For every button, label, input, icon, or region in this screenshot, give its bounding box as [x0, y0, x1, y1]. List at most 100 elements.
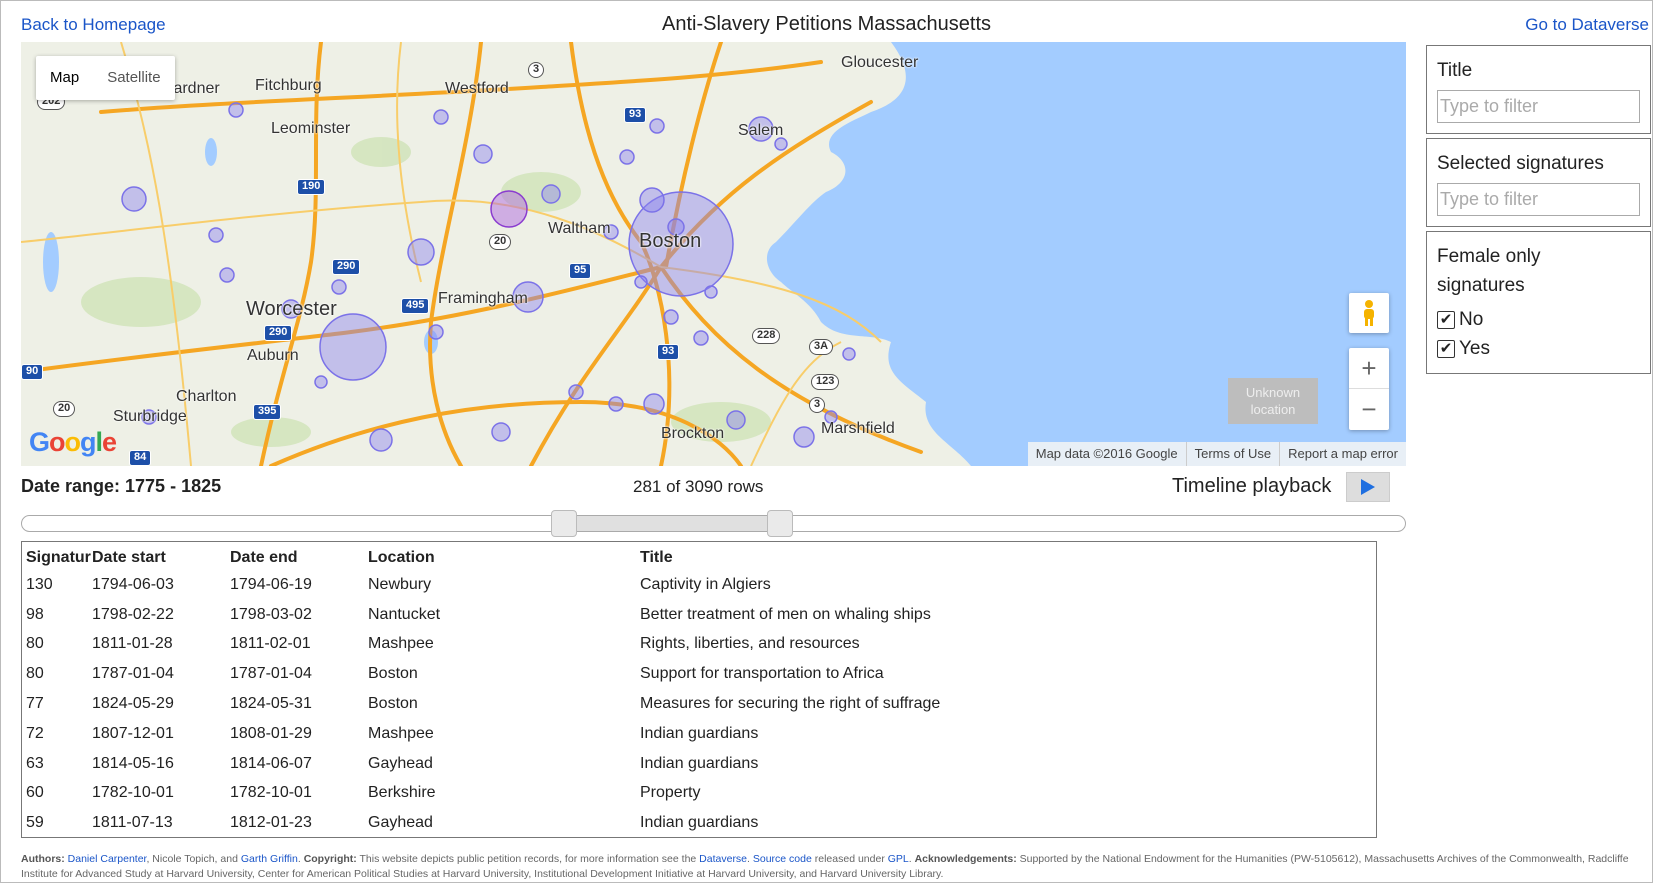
city-label-brockton: Brockton	[661, 425, 725, 442]
cell-date-end: 1782-10-01	[230, 784, 312, 802]
terms-of-use-link[interactable]: Terms of Use	[1185, 442, 1280, 466]
route-shield-3: 3	[528, 62, 545, 78]
cell-signatures: 63	[26, 754, 44, 772]
cell-date-end: 1812-01-23	[230, 814, 312, 832]
female-no-label: No	[1459, 309, 1484, 330]
map-type-satellite-button[interactable]: Satellite	[93, 56, 174, 100]
city-label-westford: Westford	[445, 80, 509, 97]
zoom-out-button[interactable]: −	[1349, 389, 1389, 430]
go-to-dataverse-link[interactable]: Go to Dataverse	[1525, 15, 1649, 35]
route-shield-495: 495	[401, 298, 430, 314]
female-yes-checkbox[interactable]: ✔ Yes	[1437, 334, 1640, 363]
table-row[interactable]: 72 1807-12-01 1808-01-29 Mashpee Indian …	[22, 719, 1376, 749]
female-no-checkbox[interactable]: ✔ No	[1437, 305, 1640, 334]
table-row[interactable]: 59 1811-07-13 1812-01-23 Gayhead Indian …	[22, 808, 1376, 837]
row-count: 281 of 3090 rows	[633, 477, 764, 496]
city-label-auburn: Auburn	[247, 347, 299, 364]
female-filter-box: Female only signatures ✔ No ✔ Yes	[1426, 231, 1651, 374]
table-row[interactable]: 77 1824-05-29 1824-05-31 Boston Measures…	[22, 689, 1376, 719]
city-label-waltham: Waltham	[548, 220, 611, 237]
petitions-table: Signatur Date start Date end Location Ti…	[22, 542, 1376, 837]
route-shield-93b: 93	[657, 344, 680, 360]
cell-signatures: 130	[26, 575, 53, 593]
route-shield-84: 84	[129, 450, 152, 466]
cell-title: Property	[640, 784, 701, 802]
table-row[interactable]: 130 1794-06-03 1794-06-19 Newbury Captiv…	[22, 570, 1376, 600]
route-shield-20: 20	[489, 234, 512, 250]
map-view[interactable]: Gardner Fitchburg Westford Gloucester Le…	[21, 42, 1406, 466]
route-shield-93: 93	[624, 107, 647, 123]
unknown-location-marker[interactable]: Unknown location	[1228, 378, 1318, 424]
female-yes-label: Yes	[1459, 338, 1490, 359]
date-range-slider[interactable]	[21, 510, 1406, 537]
author-link-garth-griffin[interactable]: Garth Griffin	[241, 853, 298, 865]
gpl-link[interactable]: GPL	[888, 853, 909, 865]
table-row[interactable]: 60 1782-10-01 1782-10-01 Berkshire Prope…	[22, 779, 1376, 809]
route-shield-290b: 290	[264, 325, 293, 341]
column-header-signatures[interactable]: Signatur	[22, 542, 92, 570]
source-code-link[interactable]: Source code	[753, 853, 812, 865]
cell-date-end: 1798-03-02	[230, 605, 312, 623]
zoom-in-button[interactable]: +	[1349, 348, 1389, 389]
cell-signatures: 80	[26, 665, 44, 683]
city-label-gloucester: Gloucester	[841, 54, 919, 71]
footer-ack-label: Acknowledgements:	[914, 853, 1017, 865]
column-header-date-end[interactable]: Date end	[230, 542, 368, 570]
cell-date-end: 1814-06-07	[230, 754, 312, 772]
cell-date-start: 1814-05-16	[92, 754, 174, 772]
map-type-map-button[interactable]: Map	[36, 56, 93, 100]
column-header-title[interactable]: Title	[640, 542, 1376, 570]
cell-date-start: 1782-10-01	[92, 784, 174, 802]
cell-signatures: 80	[26, 635, 44, 653]
timeline-play-button[interactable]	[1346, 472, 1390, 502]
column-header-location[interactable]: Location	[368, 542, 640, 570]
slider-start-handle[interactable]	[551, 510, 577, 537]
city-label-salem: Salem	[738, 122, 784, 139]
cell-date-end: 1787-01-04	[230, 665, 312, 683]
footer-copyright-text: This website depicts public petition rec…	[359, 853, 700, 865]
cell-title: Indian guardians	[640, 814, 759, 832]
footer-authors-label: Authors:	[21, 853, 65, 865]
signatures-filter-box: Selected signatures	[1426, 138, 1651, 227]
cell-location: Gayhead	[368, 814, 433, 832]
petitions-table-container[interactable]: Signatur Date start Date end Location Ti…	[21, 541, 1377, 838]
report-map-error-link[interactable]: Report a map error	[1279, 442, 1406, 466]
title-filter-box: Title	[1426, 45, 1651, 134]
play-icon	[1361, 479, 1375, 495]
signatures-filter-input[interactable]	[1437, 183, 1640, 216]
cell-date-end: 1811-02-01	[230, 635, 311, 653]
street-view-pegman[interactable]	[1349, 293, 1389, 333]
route-shield-3a: 3A	[809, 339, 834, 355]
cell-signatures: 60	[26, 784, 44, 802]
title-filter-input[interactable]	[1437, 90, 1640, 123]
table-row[interactable]: 63 1814-05-16 1814-06-07 Gayhead Indian …	[22, 749, 1376, 779]
cell-location: Boston	[368, 695, 418, 713]
checkmark-icon: ✔	[1437, 310, 1455, 329]
city-label-boston: Boston	[639, 230, 702, 252]
cell-location: Mashpee	[368, 724, 434, 742]
cell-location: Nantucket	[368, 605, 441, 623]
cell-location: Berkshire	[368, 784, 436, 802]
footer-dataverse-link[interactable]: Dataverse	[699, 853, 747, 865]
table-header-row: Signatur Date start Date end Location Ti…	[22, 542, 1376, 570]
cell-title: Indian guardians	[640, 724, 759, 742]
cell-date-end: 1808-01-29	[230, 724, 312, 742]
cell-location: Mashpee	[368, 635, 434, 653]
route-shield-123: 123	[811, 374, 840, 390]
pegman-icon	[1364, 300, 1374, 326]
column-header-date-start[interactable]: Date start	[92, 542, 230, 570]
city-label-worcester: Worcester	[246, 298, 337, 320]
slider-end-handle[interactable]	[767, 510, 793, 537]
timeline-playback-label: Timeline playback	[1172, 475, 1332, 497]
table-row[interactable]: 98 1798-02-22 1798-03-02 Nantucket Bette…	[22, 600, 1376, 630]
footer-copyright-label: Copyright:	[303, 853, 357, 865]
city-label-leominster: Leominster	[271, 120, 351, 137]
table-row[interactable]: 80 1811-01-28 1811-02-01 Mashpee Rights,…	[22, 630, 1376, 660]
route-shield-228: 228	[752, 328, 781, 344]
city-label-charlton: Charlton	[176, 388, 237, 405]
cell-date-start: 1807-12-01	[92, 724, 174, 742]
city-label-fitchburg: Fitchburg	[255, 77, 322, 94]
author-link-daniel-carpenter[interactable]: Daniel Carpenter	[68, 853, 147, 865]
table-row[interactable]: 80 1787-01-04 1787-01-04 Boston Support …	[22, 659, 1376, 689]
city-label-framingham: Framingham	[438, 290, 528, 307]
